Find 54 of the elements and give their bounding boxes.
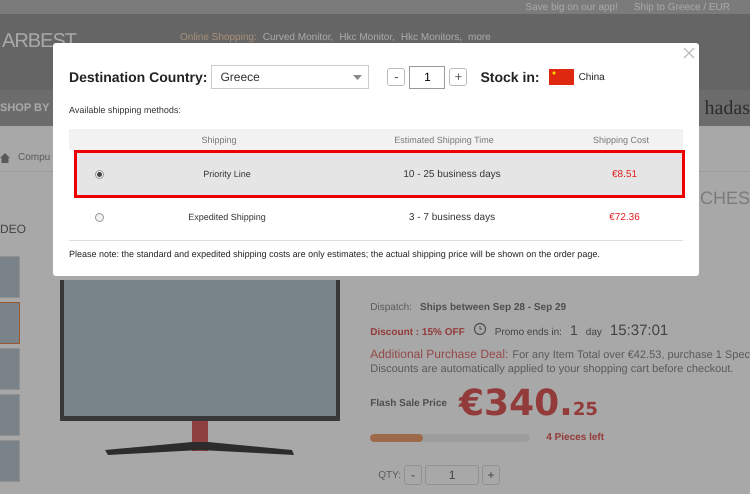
shipping-method-row[interactable]: Priority Line 10 - 25 business days €8.51 — [74, 150, 685, 198]
nav-banner-text: hadas — [704, 96, 750, 120]
alarm-clock-icon — [472, 321, 487, 335]
qty-decrease-button[interactable]: - — [387, 68, 406, 86]
pieces-left-text: 4 Pieces left — [546, 432, 604, 443]
caret-icon — [353, 74, 362, 80]
qty-input[interactable]: 1 — [409, 66, 446, 88]
qty-decrease-button[interactable]: - — [404, 465, 422, 485]
dispatch-label: Dispatch: — [370, 302, 412, 313]
radio-button[interactable] — [95, 212, 104, 222]
price-label: Flash Sale Price — [370, 398, 447, 409]
qty-label: QTY: — [378, 470, 402, 480]
deal-note: Discounts are automatically applied to your shopping cart before checkout. — [370, 363, 734, 375]
promo-countdown: 15:37:01 — [610, 322, 668, 339]
qty-increase-button[interactable]: + — [482, 465, 500, 485]
suggestions-label: Online Shopping: — [180, 32, 257, 43]
video-label[interactable]: DEO — [0, 222, 26, 236]
flag-icon — [548, 69, 574, 85]
shipping-cost: €8.51 — [610, 168, 638, 180]
promo-days: 1 — [570, 322, 578, 338]
home-icon[interactable] — [0, 152, 10, 162]
suggestion-link[interactable]: Curved Monitor, — [262, 32, 334, 43]
column-header: Shipping Cost — [592, 134, 650, 144]
shipping-time: 10 - 25 business days — [402, 168, 502, 180]
breadcrumb-link[interactable]: Compu — [18, 152, 50, 163]
deal-text: For any Item Total over €42.53, purchase 1 Spec — [512, 349, 750, 361]
promo-label: Promo ends in: — [494, 327, 562, 338]
methods-label: Available shipping methods: — [69, 105, 182, 115]
suggestion-link[interactable]: more — [468, 32, 491, 43]
dispatch-value: Ships between Sep 28 - Sep 29 — [420, 302, 566, 313]
discount-text: Discount : 15% OFF — [370, 327, 465, 338]
promo-day-unit: day — [586, 327, 602, 338]
column-header: Estimated Shipping Time — [393, 134, 495, 144]
deal-label: Additional Purchase Deal: — [370, 347, 508, 361]
method-name: Expedited Shipping — [187, 212, 267, 222]
price-cents: 25 — [572, 399, 598, 420]
qty-field[interactable]: 1 — [425, 465, 480, 485]
suggestion-link[interactable]: Hkc Monitors, — [400, 32, 462, 43]
column-header: Shipping — [200, 134, 238, 144]
sale-price: €340. — [458, 383, 573, 424]
stock-country: China — [578, 72, 605, 82]
country-select[interactable]: Greece — [211, 65, 370, 89]
destination-label: Destination Country: — [69, 69, 208, 85]
category-menu[interactable]: SHOP BY — [0, 102, 50, 114]
shipping-time: 3 - 7 business days — [408, 212, 496, 222]
shipping-note: Please note: the standard and expedited shipping costs are only estimates; the actual shipping price will be shown on the order page. — [69, 240, 683, 259]
suggestion-link[interactable]: Hkc Monitor, — [339, 32, 395, 43]
close-icon[interactable] — [683, 47, 695, 59]
radio-button[interactable] — [95, 170, 104, 178]
qty-increase-button[interactable]: + — [449, 68, 468, 86]
product-thumbnail[interactable] — [0, 302, 20, 344]
stock-in-label: Stock in: — [480, 69, 540, 85]
shipping-cost: €72.36 — [608, 212, 641, 222]
method-name: Priority Line — [202, 169, 252, 179]
